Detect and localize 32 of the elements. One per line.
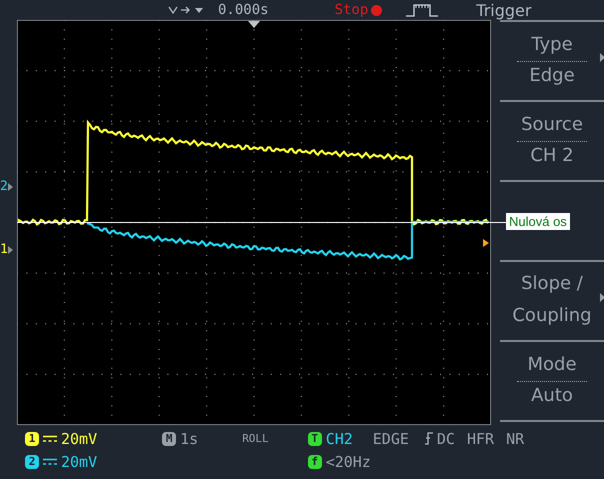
dc-icon — [43, 458, 57, 466]
submenu-arrow-icon — [600, 293, 604, 302]
rising-edge-icon — [424, 432, 433, 445]
axis-label: Nulová os — [506, 213, 570, 230]
trigger-option: HFR — [466, 430, 494, 448]
menu-item[interactable]: Mode Auto — [500, 342, 604, 422]
frequency-badge: f — [308, 454, 322, 468]
channel-badge: 2 — [25, 454, 39, 468]
timebase-badge: M — [162, 432, 176, 446]
run-status: Stop — [334, 2, 368, 18]
trigger-position: 0.000s — [218, 2, 269, 18]
trigger-source: CH2 — [326, 430, 353, 448]
trigger-frequency: <20Hz — [326, 452, 371, 470]
trigger-level-icon — [483, 239, 489, 247]
trigger-position-icon — [248, 21, 260, 28]
channel-badge: 1 — [25, 432, 39, 446]
stop-icon — [370, 4, 384, 16]
menu-item[interactable]: Slope / Coupling — [500, 262, 604, 342]
menu-item[interactable]: Source CH 2 — [500, 102, 604, 182]
channel-scale: 20mV — [61, 452, 98, 470]
trigger-coupling: DC — [436, 430, 455, 448]
channel-scale: 20mV — [61, 430, 98, 448]
submenu-arrow-icon — [600, 53, 604, 62]
menu-item[interactable]: Type Edge — [500, 22, 604, 102]
trigger-type: EDGE — [372, 430, 409, 448]
dc-icon — [43, 434, 57, 442]
trigger-badge: T — [308, 432, 322, 446]
timebase-value: 1s — [180, 430, 198, 448]
acquisition-mode: ROLL — [242, 432, 269, 445]
trigger-option: NR — [506, 430, 524, 448]
pulse-icon — [406, 3, 438, 17]
menu-title: Trigger — [476, 0, 532, 20]
